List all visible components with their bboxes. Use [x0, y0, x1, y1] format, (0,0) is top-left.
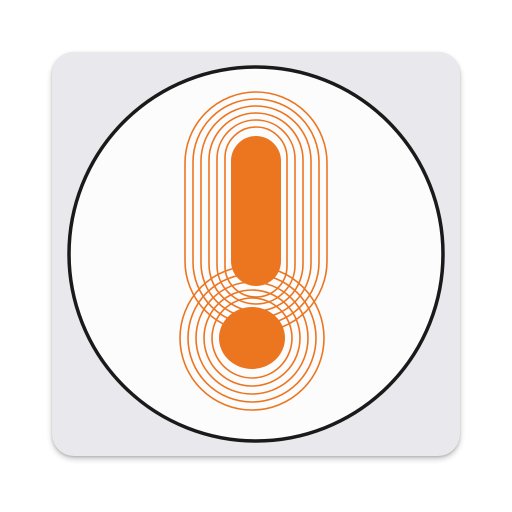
- exclamation-bar: [231, 136, 281, 286]
- exclamation-dot: [219, 307, 285, 369]
- app-icon-canvas: [0, 0, 512, 512]
- exclamation-alert-icon: [67, 65, 445, 443]
